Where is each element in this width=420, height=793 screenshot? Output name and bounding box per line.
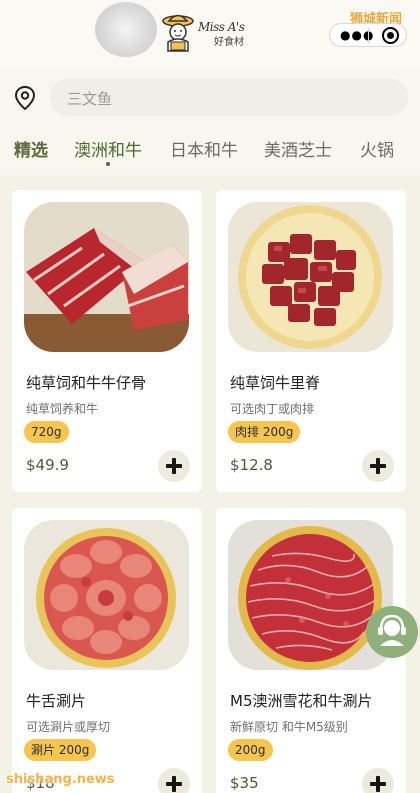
weight-badge: 200g: [228, 739, 273, 761]
target-icon[interactable]: [382, 27, 399, 44]
add-to-cart-button[interactable]: [362, 450, 394, 482]
product-name: 纯草饲牛里脊: [230, 374, 321, 392]
product-name: 牛舌涮片: [26, 692, 87, 710]
location-pin-icon[interactable]: [14, 85, 36, 111]
app-header: Miss A's 好食材 狮城新闻 ●●●: [0, 0, 420, 70]
tab-featured[interactable]: 精选: [14, 136, 48, 161]
product-subtitle: 新鲜原切 和牛M5级别: [230, 720, 348, 734]
tab-active-indicator: [106, 162, 110, 166]
brand-script: Miss A's: [198, 20, 245, 34]
product-name: M5澳洲雪花和牛涮片: [230, 692, 373, 710]
brand-cn: 好食材: [214, 37, 244, 48]
product-image: [24, 202, 189, 352]
weight-badge: 涮片 200g: [24, 739, 97, 761]
category-tabs: 精选 澳洲和牛 日本和牛 美酒芝士 火锅: [0, 124, 420, 174]
product-image: [24, 520, 189, 670]
product-subtitle: 纯草饲养和牛: [26, 402, 99, 416]
add-to-cart-button[interactable]: [158, 768, 190, 793]
search-row: 三文鱼: [0, 70, 420, 124]
product-card[interactable]: 纯草饲和牛牛仔骨 纯草饲养和牛 720g $49.9: [12, 190, 202, 492]
product-subtitle: 可选涮片或厚切: [26, 720, 111, 734]
tab-hotpot[interactable]: 火锅: [360, 136, 394, 161]
mascot-logo-icon: [162, 14, 194, 52]
product-price: $12.8: [230, 456, 273, 474]
search-input[interactable]: 三文鱼: [50, 78, 408, 116]
tab-australian-wagyu[interactable]: 澳洲和牛: [74, 136, 142, 161]
more-dots-icon[interactable]: ●●●: [340, 29, 374, 41]
product-card[interactable]: 纯草饲牛里脊 可选肉丁或肉排 肉排 200g $12.8: [216, 190, 406, 492]
search-placeholder: 三文鱼: [67, 90, 113, 108]
mini-program-capsule[interactable]: ●●●: [329, 23, 407, 47]
add-to-cart-button[interactable]: [158, 450, 190, 482]
capsule-divider: [368, 28, 369, 44]
product-price: $49.9: [26, 456, 69, 474]
tab-wine-cheese[interactable]: 美酒芝士: [264, 136, 332, 161]
watermark-bottom: shishang.news: [6, 772, 115, 787]
product-card[interactable]: 牛舌涮片 可选涮片或厚切 涮片 200g $18: [12, 508, 202, 793]
add-to-cart-button[interactable]: [362, 768, 394, 793]
product-grid: 纯草饲和牛牛仔骨 纯草饲养和牛 720g $49.9 纯草饲牛里脊 可选肉丁或肉…: [0, 176, 420, 793]
product-image: [228, 202, 393, 352]
product-name: 纯草饲和牛牛仔骨: [26, 374, 147, 392]
headset-agent-icon: [378, 614, 406, 646]
product-subtitle: 可选肉丁或肉排: [230, 402, 315, 416]
tab-japanese-wagyu[interactable]: 日本和牛: [170, 136, 238, 161]
product-price: $35: [230, 774, 259, 792]
brand-logo: Miss A's 好食材: [198, 20, 262, 48]
logo-avatar: [95, 2, 157, 57]
customer-service-button[interactable]: [366, 606, 418, 658]
weight-badge: 720g: [24, 421, 69, 443]
weight-badge: 肉排 200g: [228, 421, 301, 443]
